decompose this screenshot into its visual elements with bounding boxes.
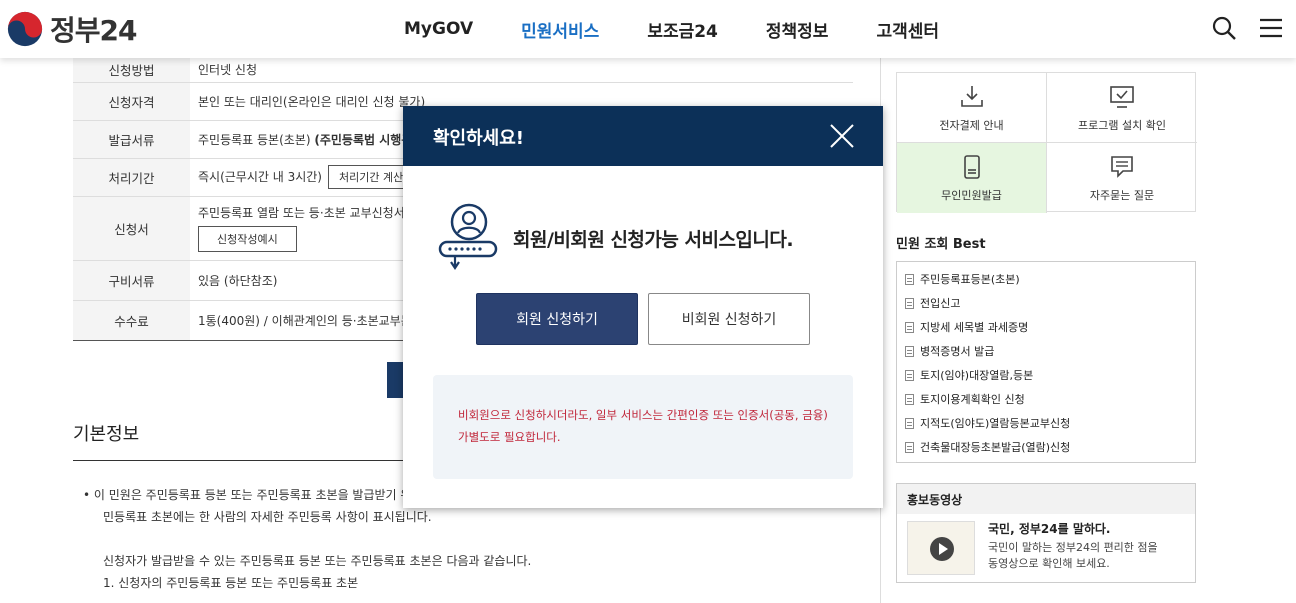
hamburger-menu-icon[interactable] [1257, 14, 1285, 42]
table-cell: 인터넷 신청 [198, 63, 258, 78]
best-list: 주민등록표등본(초본) 전입신고 지방세 세목별 과세증명 병적증명서 발급 토… [896, 261, 1196, 463]
main-nav: MyGOV 민원서비스 보조금24 정책정보 고객센터 [380, 0, 963, 58]
list-item[interactable]: 토지이용계획확인 신청 [905, 387, 1187, 411]
page: 정부24 MyGOV 민원서비스 보조금24 정책정보 고객센터 신청방법 인터… [0, 0, 1296, 603]
list-item[interactable]: 토지(임야)대장열람,등본 [905, 363, 1187, 387]
quick-item-label: 전자결제 안내 [939, 118, 1004, 132]
chat-bubble-icon [1111, 156, 1133, 178]
table-header-cell: 처리기간 [73, 158, 190, 196]
quick-item-faq[interactable]: 자주묻는 질문 [1047, 143, 1197, 213]
sidebar: 전자결제 안내 프로그램 설치 확인 무인민원발급 자주묻는 질문 민원 조회 … [880, 58, 1296, 603]
modal-title: 확인하세요! [433, 128, 525, 149]
nav-customer-center[interactable]: 고객센터 [876, 17, 939, 42]
list-item-label: 토지(임야)대장열람,등본 [920, 369, 1034, 382]
video-thumbnail[interactable] [907, 521, 975, 575]
nav-mygov[interactable]: MyGOV [404, 19, 473, 39]
logo-text: 정부24 [50, 14, 137, 47]
nav-policy-info[interactable]: 정책정보 [766, 17, 829, 42]
doc-name-text: 주민등록표 등본(초본) [198, 132, 315, 147]
table-header-cell: 신청방법 [73, 58, 190, 82]
list-item[interactable]: 지방세 세목별 과세증명 [905, 315, 1187, 339]
list-item-label: 병적증명서 발급 [920, 345, 995, 358]
table-header-cell: 수수료 [73, 300, 190, 340]
kiosk-icon [963, 155, 980, 179]
list-item-label: 건축물대장등초본발급(열람)신청 [920, 441, 1071, 454]
document-icon [905, 273, 914, 285]
close-icon[interactable] [829, 123, 855, 149]
form-example-button[interactable]: 신청작성예시 [198, 226, 297, 252]
table-header-cell: 신청서 [73, 196, 190, 260]
table-row: 신청방법 인터넷 신청 [73, 58, 853, 82]
body-line: 민등록표 초본에는 한 사람의 자세한 주민등록 사항이 표시됩니다. [103, 510, 432, 524]
promo-video-box: 홍보동영상 국민, 정부24를 말하다. 국민이 말하는 정부24의 편리한 점… [896, 483, 1196, 583]
list-item-label: 지방세 세목별 과세증명 [920, 321, 1029, 334]
guest-apply-button[interactable]: 비회원 신청하기 [648, 293, 810, 345]
monitor-check-icon [1110, 85, 1134, 108]
list-item[interactable]: 병적증명서 발급 [905, 339, 1187, 363]
document-icon [905, 393, 914, 405]
best-title: 민원 조회 Best [896, 237, 986, 252]
quick-item-program-check[interactable]: 프로그램 설치 확인 [1047, 73, 1197, 143]
body-line: 1. 신청자의 주민등록표 등본 또는 주민등록표 초본 [103, 576, 359, 590]
modal-message-row: 회원/비회원 신청가능 서비스입니다. [437, 202, 794, 274]
document-icon [905, 417, 914, 429]
search-icon[interactable] [1210, 14, 1238, 42]
confirm-modal: 확인하세요! 회원/비회원 신청가능 서비스입니다. 회원 신청하기 비회원 신… [403, 106, 883, 508]
quick-item-label: 무인민원발급 [941, 189, 1002, 202]
table-header-cell: 구비서류 [73, 260, 190, 300]
download-icon [960, 85, 983, 107]
list-item[interactable]: 전입신고 [905, 291, 1187, 315]
promo-video-title[interactable]: 국민, 정부24를 말하다. [988, 520, 1111, 537]
play-icon [930, 537, 954, 561]
list-item-label: 토지이용계획확인 신청 [920, 393, 1025, 406]
list-item-label: 지적도(임야도)열람등본교부신청 [920, 417, 1071, 430]
basic-info-title: 기본정보 [73, 424, 140, 445]
table-header-cell: 발급서류 [73, 120, 190, 158]
table-header-cell: 신청자격 [73, 82, 190, 120]
list-item[interactable]: 건축물대장등초본발급(열람)신청 [905, 435, 1187, 459]
modal-message: 회원/비회원 신청가능 서비스입니다. [513, 228, 794, 251]
nav-subsidy24[interactable]: 보조금24 [647, 17, 718, 42]
promo-title-bar: 홍보동영상 [897, 484, 1195, 514]
logo[interactable]: 정부24 [6, 9, 137, 49]
document-icon [905, 369, 914, 381]
quick-item-label: 자주묻는 질문 [1089, 189, 1155, 202]
member-apply-button[interactable]: 회원 신청하기 [476, 293, 638, 345]
processing-time-text: 즉시(근무시간 내 3시간) [198, 170, 322, 184]
list-item-label: 전입신고 [920, 297, 961, 310]
modal-notice: 비회원으로 신청하시더라도, 일부 서비스는 간편인증 또는 인증서(공동, 금… [433, 375, 853, 479]
document-icon [905, 321, 914, 333]
modal-header: 확인하세요! [403, 106, 883, 166]
header: 정부24 MyGOV 민원서비스 보조금24 정책정보 고객센터 [0, 0, 1296, 58]
quick-item-label: 프로그램 설치 확인 [1078, 118, 1166, 132]
user-login-icon [438, 203, 498, 270]
list-item[interactable]: 지적도(임야도)열람등본교부신청 [905, 411, 1187, 435]
quick-menu: 전자결제 안내 프로그램 설치 확인 무인민원발급 자주묻는 질문 [896, 72, 1197, 213]
document-icon [905, 297, 914, 309]
quick-item-kiosk[interactable]: 무인민원발급 [897, 143, 1047, 213]
body-line: • 이 민원은 주민등록표 등본 또는 주민등록표 초본을 발급받기 위 [83, 488, 412, 502]
list-item-label: 주민등록표등본(초본) [920, 273, 1020, 286]
promo-video-desc: 국민이 말하는 정부24의 편리한 점을 동영상으로 확인해 보세요. [988, 541, 1158, 570]
taegeuk-logo-icon [7, 11, 43, 47]
list-item[interactable]: 주민등록표등본(초본) [905, 267, 1187, 291]
document-icon [905, 441, 914, 453]
body-line: 신청자가 발급받을 수 있는 주민등록표 등본 또는 주민등록표 초본은 다음과… [103, 554, 532, 568]
document-icon [905, 345, 914, 357]
nav-civil-service[interactable]: 민원서비스 [521, 17, 599, 42]
quick-item-e-payment[interactable]: 전자결제 안내 [897, 73, 1047, 143]
